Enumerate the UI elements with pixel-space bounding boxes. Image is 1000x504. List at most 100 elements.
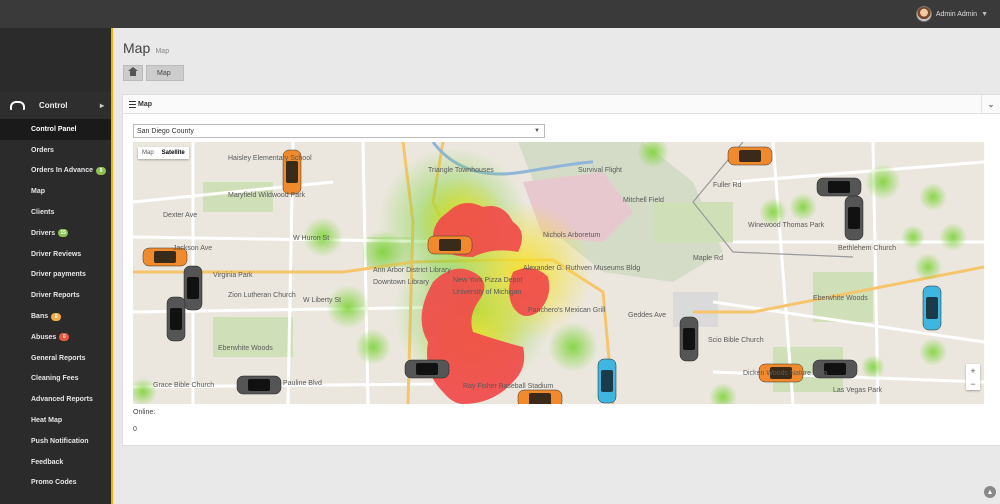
sidebar-item-orders[interactable]: Orders	[0, 140, 111, 161]
breadcrumb: Map	[123, 65, 184, 81]
sidebar-item-label: Abuses	[31, 333, 57, 341]
map-place-label: W Liberty St	[303, 297, 341, 304]
map-place-label: Scio Bible Church	[708, 337, 764, 344]
sidebar-item-feedback[interactable]: Feedback	[0, 452, 111, 473]
sidebar-item-advanced-reports[interactable]: Advanced Reports	[0, 389, 111, 410]
car-marker	[844, 195, 864, 241]
main-content: Map Map Map Map ⌄ San Diego County ▼ Hai…	[111, 28, 1000, 504]
map-type-satellite[interactable]: Satellite	[158, 147, 189, 159]
sidebar-section-label: Control	[39, 101, 68, 110]
scroll-top-button[interactable]: ▲	[984, 486, 996, 498]
park-area	[653, 202, 733, 242]
chevron-down-icon: ⌄	[987, 99, 995, 109]
map-place-label: Virginia Park	[213, 272, 253, 279]
sidebar-item-label: Orders	[31, 146, 54, 154]
zoom-control: + −	[966, 364, 980, 390]
panel-collapse-button[interactable]: ⌄	[981, 95, 1000, 113]
sidebar-item-driver-reviews[interactable]: Driver Reviews	[0, 244, 111, 265]
top-navbar: Admin Admin ▼	[0, 0, 1000, 28]
sidebar: Control ▸ Control Panel Orders Orders In A…	[0, 28, 111, 504]
sidebar-item-control-panel[interactable]: Control Panel	[0, 119, 111, 140]
sidebar-item-label: Cleaning Fees	[31, 375, 79, 383]
user-menu[interactable]: Admin Admin ▼	[915, 6, 988, 22]
map-type-map[interactable]: Map	[138, 147, 158, 159]
map-place-label: Eberwhite Woods	[813, 295, 868, 302]
avatar[interactable]	[915, 6, 932, 22]
sidebar-item-orders-in-advance[interactable]: Orders In Advance 0	[0, 161, 111, 182]
chevron-right-icon: ▸	[99, 101, 104, 110]
map-place-label: University of Michigan	[453, 289, 522, 296]
heat-map[interactable]: Haisley Elementary School Maryfield Wildw…	[133, 142, 984, 404]
page-title: Map	[123, 40, 151, 56]
map-place-label: Grace Bible Church	[153, 382, 214, 389]
map-place-label: W Huron St	[293, 235, 329, 242]
map-place-label: Dexter Ave	[163, 212, 197, 219]
sidebar-item-label: Push Notification	[31, 437, 89, 445]
sidebar-item-driver-payments[interactable]: Driver payments	[0, 265, 111, 286]
zoom-in-button[interactable]: +	[966, 364, 980, 377]
count-badge: 0	[96, 166, 106, 175]
breadcrumb-map[interactable]: Map	[146, 65, 184, 81]
sidebar-item-label: Map	[31, 188, 45, 196]
online-label: Online:	[133, 409, 156, 416]
sidebar-item-push-notification[interactable]: Push Notification	[0, 431, 111, 452]
car-marker	[183, 265, 203, 311]
panel-title: Map	[138, 100, 152, 108]
sidebar-item-clients[interactable]: Clients	[0, 202, 111, 223]
car-marker	[727, 146, 773, 166]
map-place-label: Ray Fisher Baseball Stadium	[463, 383, 553, 390]
car-marker	[816, 177, 862, 197]
online-count: 0	[133, 426, 137, 433]
count-badge: 0	[51, 312, 62, 321]
sidebar-item-label: Control Panel	[31, 125, 77, 133]
map-place-label: Winewood Thomas Park	[748, 222, 825, 229]
breadcrumb-home[interactable]	[123, 65, 143, 81]
county-select-value: San Diego County	[137, 127, 194, 135]
car-marker	[236, 375, 282, 395]
sidebar-item-heat-map[interactable]: Heat Map	[0, 410, 111, 431]
sidebar-section-control[interactable]: Control ▸	[0, 92, 111, 119]
hamburger-icon	[129, 100, 136, 108]
map-place-label: Maple Rd	[693, 255, 723, 262]
caret-down-icon[interactable]: ▼	[981, 11, 988, 18]
map-place-label: Mitchell Field	[623, 197, 664, 204]
map-panel: Map ⌄ San Diego County ▼ Haisley Element…	[122, 94, 1000, 446]
car-marker	[922, 285, 942, 331]
sidebar-item-general-reports[interactable]: General Reports	[0, 348, 111, 369]
car-marker	[597, 358, 617, 404]
map-place-label: Triangle Townhouses	[428, 167, 494, 174]
county-select[interactable]: San Diego County ▼	[133, 124, 545, 138]
page-header: Map Map	[123, 40, 169, 56]
panel-header: Map ⌄	[123, 95, 1000, 114]
car-marker	[404, 359, 450, 379]
map-place-label: Pauline Blvd	[283, 380, 322, 387]
map-place-label: Zion Lutheran Church	[228, 292, 296, 299]
sidebar-item-promo-codes[interactable]: Promo Codes	[0, 473, 111, 494]
home-icon	[128, 66, 138, 76]
dashboard-icon	[10, 101, 25, 110]
car-marker	[517, 389, 563, 404]
car-marker	[679, 316, 699, 362]
sidebar-item-label: Drivers	[31, 229, 56, 237]
map-place-label: Nichols Arboretum	[543, 232, 600, 239]
sidebar-item-map[interactable]: Map	[0, 181, 111, 202]
sidebar-item-bans[interactable]: Bans 0	[0, 306, 111, 327]
sidebar-item-label: Promo Codes	[31, 479, 77, 487]
sidebar-item-cleaning-fees[interactable]: Cleaning Fees	[0, 369, 111, 390]
select-caret-icon: ▼	[534, 128, 540, 134]
zoom-out-button[interactable]: −	[966, 377, 980, 390]
sidebar-item-label: Feedback	[31, 458, 64, 466]
map-place-label: Las Vegas Park	[833, 387, 883, 394]
map-place-label: Panchero's Mexican Grill	[528, 307, 606, 314]
sidebar-item-abuses[interactable]: Abuses 0	[0, 327, 111, 348]
user-name[interactable]: Admin Admin	[936, 11, 977, 18]
map-place-label: Jackson Ave	[173, 245, 212, 252]
sidebar-item-label: Driver Reports	[31, 292, 80, 300]
sidebar-item-label: Driver Reviews	[31, 250, 82, 258]
map-place-label: Eberwhite Woods	[218, 345, 273, 352]
sidebar-item-label: Clients	[31, 209, 55, 217]
sidebar-item-drivers[interactable]: Drivers 15	[0, 223, 111, 244]
sidebar-item-label: Advanced Reports	[31, 396, 93, 404]
sidebar-item-driver-reports[interactable]: Driver Reports	[0, 285, 111, 306]
map-place-label: Survival Flight	[578, 167, 622, 174]
